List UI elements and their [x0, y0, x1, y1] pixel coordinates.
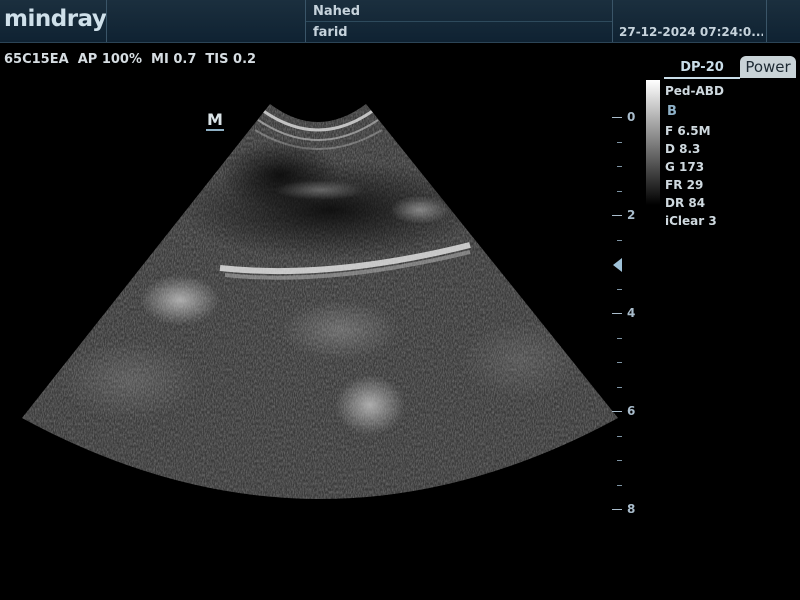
imaging-mode: B	[667, 104, 677, 119]
depth-tick	[617, 387, 622, 388]
depth-label: 4	[627, 306, 636, 320]
depth-tick	[617, 289, 622, 290]
tab-power[interactable]: Power	[740, 56, 796, 78]
depth-label: 2	[627, 208, 636, 222]
param-gain: G 173	[665, 160, 705, 174]
depth-tick	[617, 362, 622, 363]
depth-label: 8	[627, 502, 636, 516]
depth-tick	[612, 117, 622, 118]
param-iclear: iClear 3	[665, 214, 717, 228]
depth-tick	[612, 509, 622, 510]
param-dynamic-range: DR 84	[665, 196, 706, 210]
depth-tick	[617, 240, 622, 241]
depth-tick	[612, 411, 622, 412]
gray-scale-bar	[646, 80, 660, 205]
exam-preset: Ped-ABD	[665, 84, 724, 98]
depth-label: 0	[627, 110, 636, 124]
depth-tick	[617, 485, 622, 486]
depth-tick	[617, 338, 622, 339]
depth-tick	[612, 215, 622, 216]
tab-dp-20[interactable]: DP-20	[664, 58, 740, 79]
focus-position-icon[interactable]	[613, 258, 622, 272]
param-depth: D 8.3	[665, 142, 701, 156]
depth-tick	[617, 436, 622, 437]
depth-label: 6	[627, 404, 636, 418]
depth-tick	[612, 313, 622, 314]
depth-tick	[617, 191, 622, 192]
depth-tick	[617, 142, 622, 143]
orientation-marker: M	[206, 110, 224, 131]
param-frequency: F 6.5M	[665, 124, 711, 138]
depth-tick	[617, 166, 622, 167]
depth-tick	[617, 460, 622, 461]
param-frame-rate: FR 29	[665, 178, 704, 192]
